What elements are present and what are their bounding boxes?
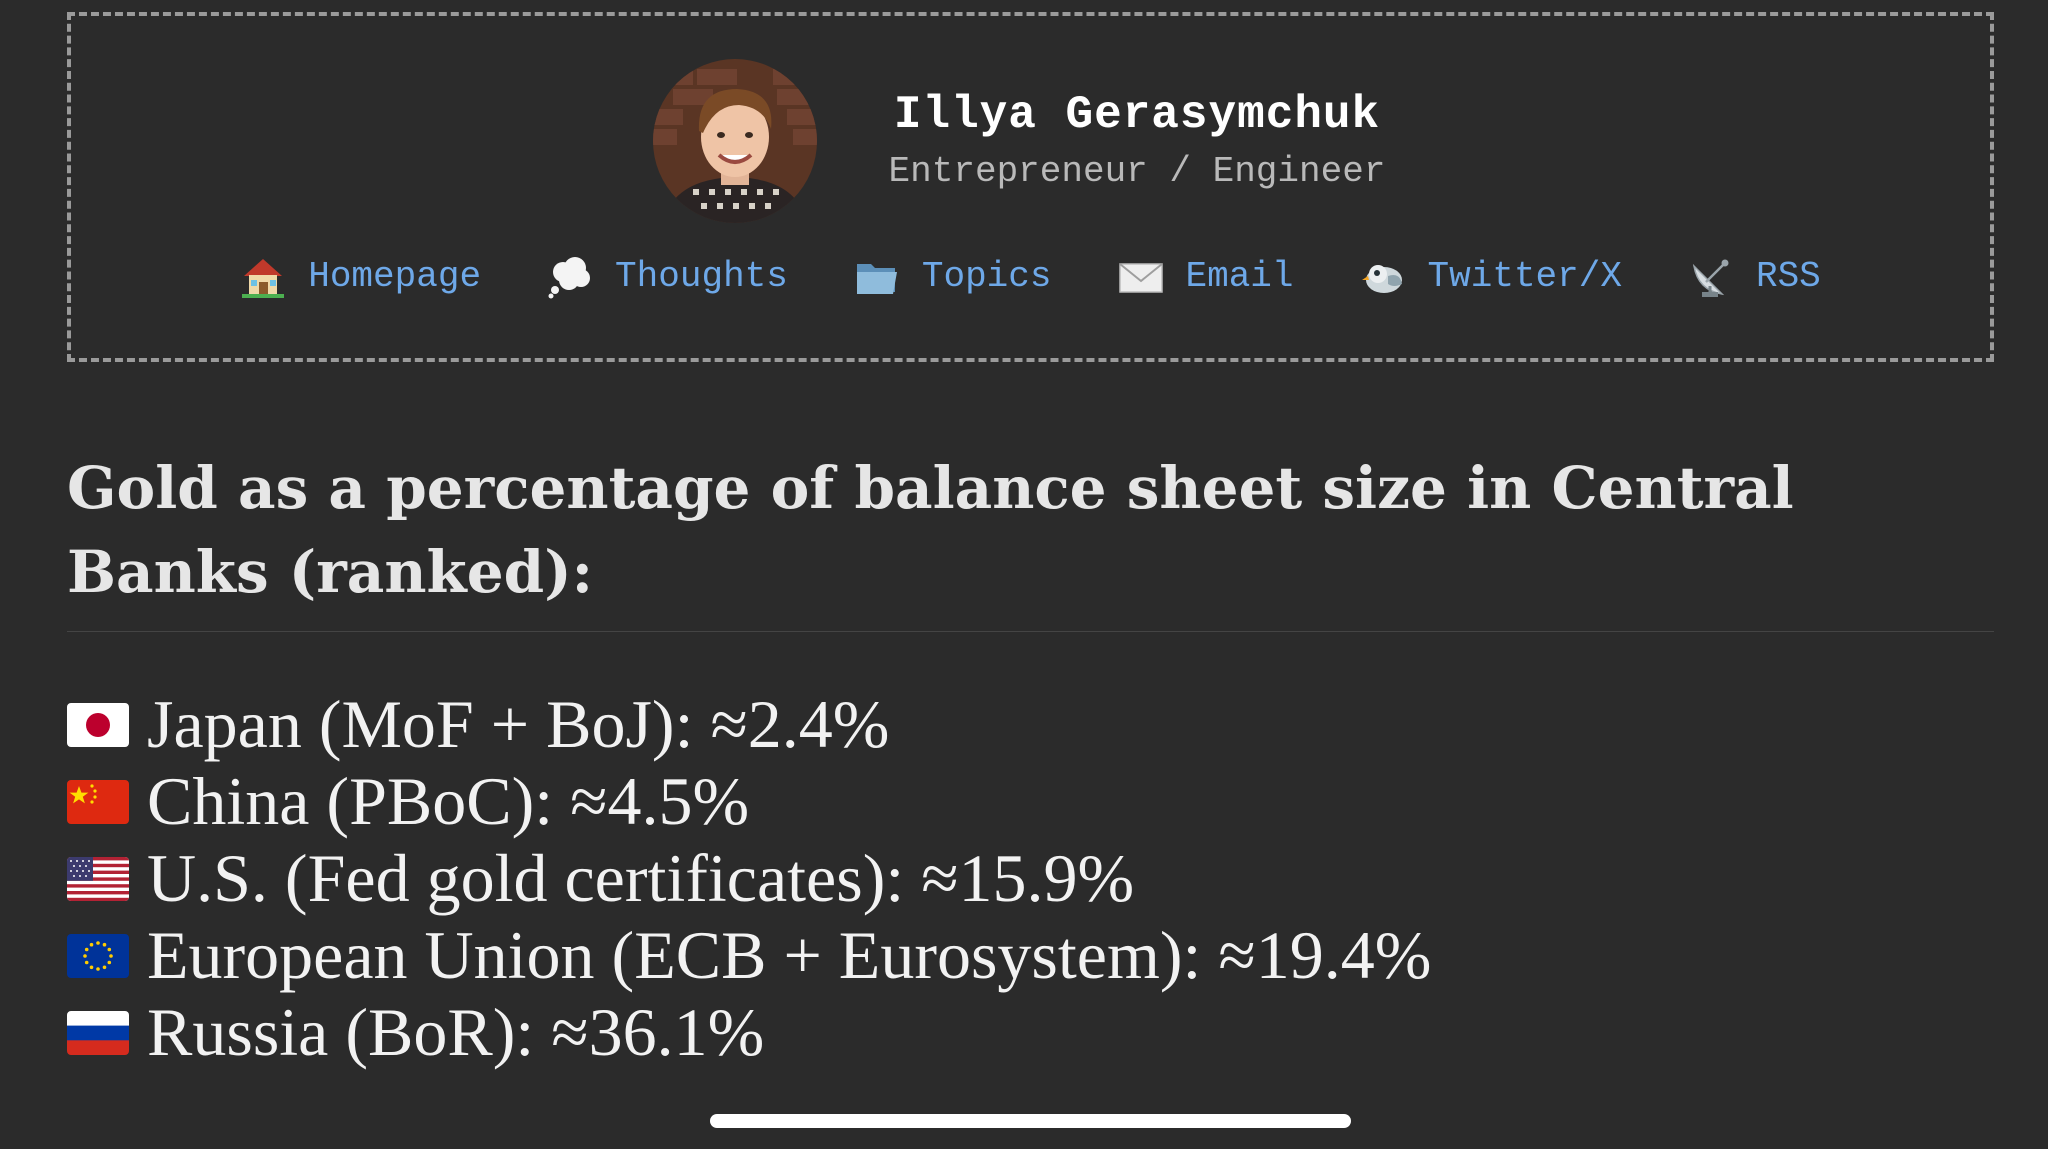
eu-flag-icon bbox=[67, 933, 129, 978]
nav-email[interactable]: Email bbox=[1118, 254, 1294, 300]
list-item: Japan (MoF + BoJ): ≈2.4% bbox=[67, 686, 1431, 763]
nav-topics[interactable]: Topics bbox=[854, 254, 1052, 300]
profile-row: Illya Gerasymchuk Entrepreneur / Enginee… bbox=[653, 59, 1417, 223]
top-navigation: Homepage Thoughts Topics Email Twitter/X… bbox=[71, 254, 1990, 300]
list-item-text: European Union (ECB + Eurosystem): ≈19.4… bbox=[147, 917, 1432, 993]
list-item: China (PBoC): ≈4.5% bbox=[67, 763, 1431, 840]
nav-thoughts[interactable]: Thoughts bbox=[547, 254, 788, 300]
satellite-antenna-icon bbox=[1688, 254, 1734, 300]
house-icon bbox=[240, 254, 286, 300]
avatar bbox=[653, 59, 817, 223]
folder-icon bbox=[854, 254, 900, 300]
ranking-list: Japan (MoF + BoJ): ≈2.4% China (PBoC): ≈… bbox=[67, 686, 1431, 1071]
thought-bubble-icon bbox=[547, 254, 593, 300]
title-divider bbox=[67, 631, 1994, 632]
envelope-icon bbox=[1118, 254, 1164, 300]
home-indicator[interactable] bbox=[710, 1114, 1351, 1128]
nav-homepage[interactable]: Homepage bbox=[240, 254, 481, 300]
china-flag-icon bbox=[67, 779, 129, 824]
list-item-text: Russia (BoR): ≈36.1% bbox=[147, 994, 765, 1070]
list-item-text: Japan (MoF + BoJ): ≈2.4% bbox=[147, 686, 890, 762]
nav-rss[interactable]: RSS bbox=[1688, 254, 1821, 300]
list-item: U.S. (Fed gold certificates): ≈15.9% bbox=[67, 840, 1431, 917]
profile-role: Entrepreneur / Engineer bbox=[888, 151, 1386, 192]
nav-email-label: Email bbox=[1185, 256, 1294, 297]
nav-thoughts-label: Thoughts bbox=[615, 256, 788, 297]
profile-header-card: Illya Gerasymchuk Entrepreneur / Enginee… bbox=[67, 12, 1994, 362]
list-item: Russia (BoR): ≈36.1% bbox=[67, 994, 1431, 1071]
profile-identity: Illya Gerasymchuk Entrepreneur / Enginee… bbox=[857, 89, 1417, 193]
nav-twitter[interactable]: Twitter/X bbox=[1360, 254, 1622, 300]
list-item-text: China (PBoC): ≈4.5% bbox=[147, 763, 750, 839]
list-item-text: U.S. (Fed gold certificates): ≈15.9% bbox=[147, 840, 1135, 916]
nav-topics-label: Topics bbox=[921, 256, 1052, 297]
nav-twitter-label: Twitter/X bbox=[1427, 256, 1622, 297]
article-title: Gold as a percentage of balance sheet si… bbox=[67, 454, 1794, 606]
nav-homepage-label: Homepage bbox=[308, 256, 482, 297]
usa-flag-icon bbox=[67, 856, 129, 901]
russia-flag-icon bbox=[67, 1010, 129, 1055]
list-item: European Union (ECB + Eurosystem): ≈19.4… bbox=[67, 917, 1431, 994]
bird-icon bbox=[1360, 254, 1406, 300]
nav-rss-label: RSS bbox=[1755, 256, 1821, 297]
profile-name: Illya Gerasymchuk bbox=[893, 89, 1381, 141]
japan-flag-icon bbox=[67, 702, 129, 747]
